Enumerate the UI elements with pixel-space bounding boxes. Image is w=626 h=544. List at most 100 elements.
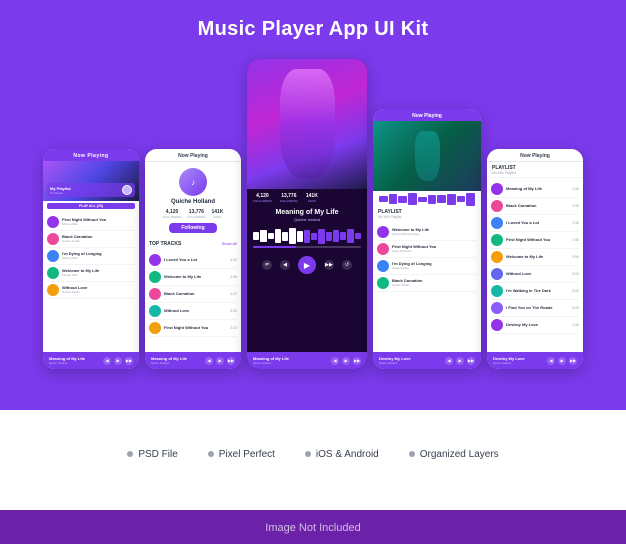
phone5-song-list: Meaning of My Life 2:56 Black Carnation … <box>487 178 583 352</box>
phone-5: Now Playing PLAYLIST Mix Mix Playlist Me… <box>487 149 583 369</box>
phone4-bottom-controls: ◀ ▶ ▶▶ <box>445 357 475 365</box>
phone5-bottom-bar: Destiny My Love Quinn Ireland ◀ ▶ ▶▶ <box>487 352 583 369</box>
list-item: I Find You on The Roads 5:00 <box>491 300 579 317</box>
next-button[interactable]: ▶▶ <box>353 357 361 365</box>
feature-psd: PSD File <box>127 449 177 460</box>
progress-bar-fill <box>253 246 296 248</box>
feature-dot <box>208 451 214 457</box>
play-button[interactable]: ▶ <box>114 357 122 365</box>
list-item: I Loved You a Lot 3:30 <box>149 252 237 269</box>
wave-bar <box>437 195 446 203</box>
profile-avatar: ♪ <box>179 168 207 196</box>
footer-text: Image Not Included <box>265 522 360 534</box>
duration: 2:58 <box>230 275 237 279</box>
avatar <box>491 234 503 246</box>
phone5-bottom-song-info: Destiny My Love Quinn Ireland <box>493 356 525 365</box>
phone4-bottom-song-info: Destiny My Love Quinn Ireland <box>379 356 411 365</box>
next-button[interactable]: ▶▶ <box>467 357 475 365</box>
avatar <box>149 288 161 300</box>
play-button[interactable]: ▶ <box>216 357 224 365</box>
prev-button[interactable]: ◀ <box>280 260 290 270</box>
stat-followers: 4,120 FOLLOWERS <box>253 193 272 203</box>
song-info: Welcome to My Life <box>506 255 569 260</box>
show-all-label[interactable]: Show All <box>222 241 237 247</box>
repeat-button[interactable]: ↺ <box>342 260 352 270</box>
list-item: Black Carnation 4:23 <box>149 286 237 303</box>
phone4-song-list: Welcome to My Life Quintin Bermondsey Fi… <box>373 221 481 352</box>
avatar <box>491 217 503 229</box>
list-item: Black Carnation Gracie Fields <box>377 275 477 292</box>
phone1-play-all[interactable]: PLAY ALL (25) <box>47 203 135 209</box>
stat-label: FOLLOWING <box>280 199 298 203</box>
duration: 3:30 <box>230 258 237 262</box>
next-button[interactable]: ▶▶ <box>125 357 133 365</box>
song-artist: Gabe Florentin <box>392 250 477 254</box>
performer-silhouette <box>280 69 335 179</box>
phone3-bottom-controls: ◀ ▶ ▶▶ <box>331 357 361 365</box>
next-button[interactable]: ▶▶ <box>227 357 235 365</box>
prev-button[interactable]: ◀ <box>103 357 111 365</box>
avatar <box>491 319 503 331</box>
feature-dot <box>409 451 415 457</box>
stat-following: 13,776 FOLLOWING <box>187 209 205 219</box>
song-info: Destroy My Love <box>506 323 569 328</box>
avatar <box>491 302 503 314</box>
stat-followers: 4,120 FOLLOWERS <box>163 209 182 219</box>
list-item: First Night Without You Shane Allan <box>47 214 135 231</box>
phone1-hero-overlay: My Playlist DJ Sayan <box>47 183 135 197</box>
prev-button[interactable]: ◀ <box>205 357 213 365</box>
wave-bar <box>340 232 346 240</box>
wave-bar <box>466 193 475 206</box>
song-artist: Gracie Fields <box>62 240 135 244</box>
phone2-bottom-controls: ◀ ▶ ▶▶ <box>205 357 235 365</box>
next-button[interactable]: ▶▶ <box>324 260 334 270</box>
list-item: Welcome to My Life 2:58 <box>149 269 237 286</box>
avatar <box>47 250 59 262</box>
song-info: Black Carnation <box>506 204 569 209</box>
shuffle-button[interactable]: ⇌ <box>262 260 272 270</box>
wave-bar <box>275 229 281 243</box>
feature-organized: Organized Layers <box>409 449 499 460</box>
song-info: I'm Dying of Longing Shato Fulton <box>392 262 477 270</box>
song-info: I Find You on The Roads <box>506 306 569 311</box>
play-button[interactable]: ▶ <box>342 357 350 365</box>
feature-label: PSD File <box>138 449 177 460</box>
song-info: Without Love <box>506 272 569 277</box>
profile-section: ♪ Quiche Holland 4,120 FOLLOWERS 13,776 … <box>145 162 241 241</box>
play-button[interactable]: ▶ <box>298 256 316 274</box>
song-title: Welcome to My Life <box>164 275 227 280</box>
song-title: Black Carnation <box>506 204 569 209</box>
song-artist: Quintin Bermondsey <box>392 233 477 237</box>
avatar <box>47 216 59 228</box>
bottom-song-artist: Quinn Ireland <box>151 361 187 365</box>
song-info: I Loved You a Lot <box>506 221 569 226</box>
play-button[interactable]: ▶ <box>558 357 566 365</box>
phone5-header: Now Playing <box>487 149 583 162</box>
top-section: Music Player App UI Kit Now Playing My P… <box>0 0 626 410</box>
wave-bar <box>457 196 466 202</box>
phone-1: Now Playing My Playlist DJ Sayan PLAY AL… <box>43 149 139 369</box>
list-item: I'm Walking in The Dark 5:00 <box>491 283 579 300</box>
play-button[interactable]: ▶ <box>456 357 464 365</box>
follow-button[interactable]: Following <box>169 223 216 233</box>
guitar-shape <box>415 131 440 181</box>
avatar <box>491 268 503 280</box>
song-info: Welcome to My Life Simple Plan <box>62 269 135 277</box>
avatar <box>491 200 503 212</box>
song-title: I Loved You a Lot <box>506 221 569 226</box>
song-title: First Night Without You <box>506 238 569 243</box>
list-item: First Night Without You 3:22 <box>149 320 237 337</box>
stats-row: 4,120 FOLLOWERS 13,776 FOLLOWING 141K FA… <box>163 209 224 219</box>
prev-button[interactable]: ◀ <box>331 357 339 365</box>
list-item: I Loved You a Lot 2:56 <box>491 215 579 232</box>
stat-label: FANS <box>306 199 318 203</box>
feature-label: iOS & Android <box>316 449 379 460</box>
next-button[interactable]: ▶▶ <box>569 357 577 365</box>
phone1-header: Now Playing <box>43 149 139 161</box>
prev-button[interactable]: ◀ <box>547 357 555 365</box>
wave-bar <box>297 231 303 242</box>
prev-button[interactable]: ◀ <box>445 357 453 365</box>
profile-name: Quiche Holland <box>171 199 215 205</box>
wave-bar <box>253 232 259 240</box>
bottom-song-artist: Quinn Ireland <box>49 361 85 365</box>
